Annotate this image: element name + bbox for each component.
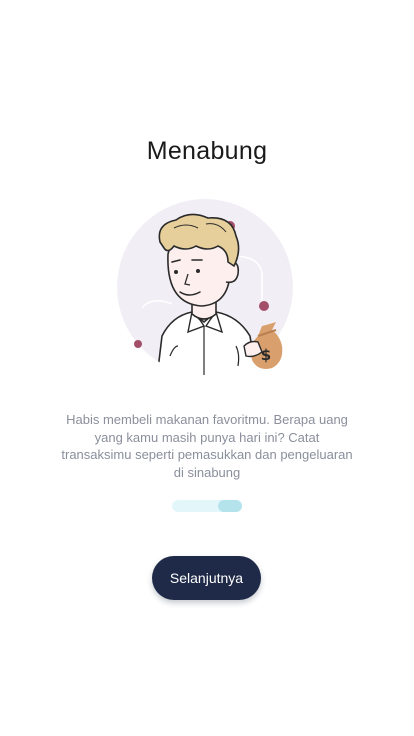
man-with-money-bag-icon: $ xyxy=(112,196,302,386)
next-button[interactable]: Selanjutnya xyxy=(152,556,261,600)
page-indicator-active-dot xyxy=(218,500,242,512)
dollar-sign: $ xyxy=(261,346,271,364)
page-title: Menabung xyxy=(146,137,268,165)
onboarding-description: Habis membeli makanan favoritmu. Berapa … xyxy=(61,412,353,480)
onboarding-screen: Menabung $ Habis membeli makanan favorit… xyxy=(0,0,414,736)
page-indicator xyxy=(172,500,242,512)
